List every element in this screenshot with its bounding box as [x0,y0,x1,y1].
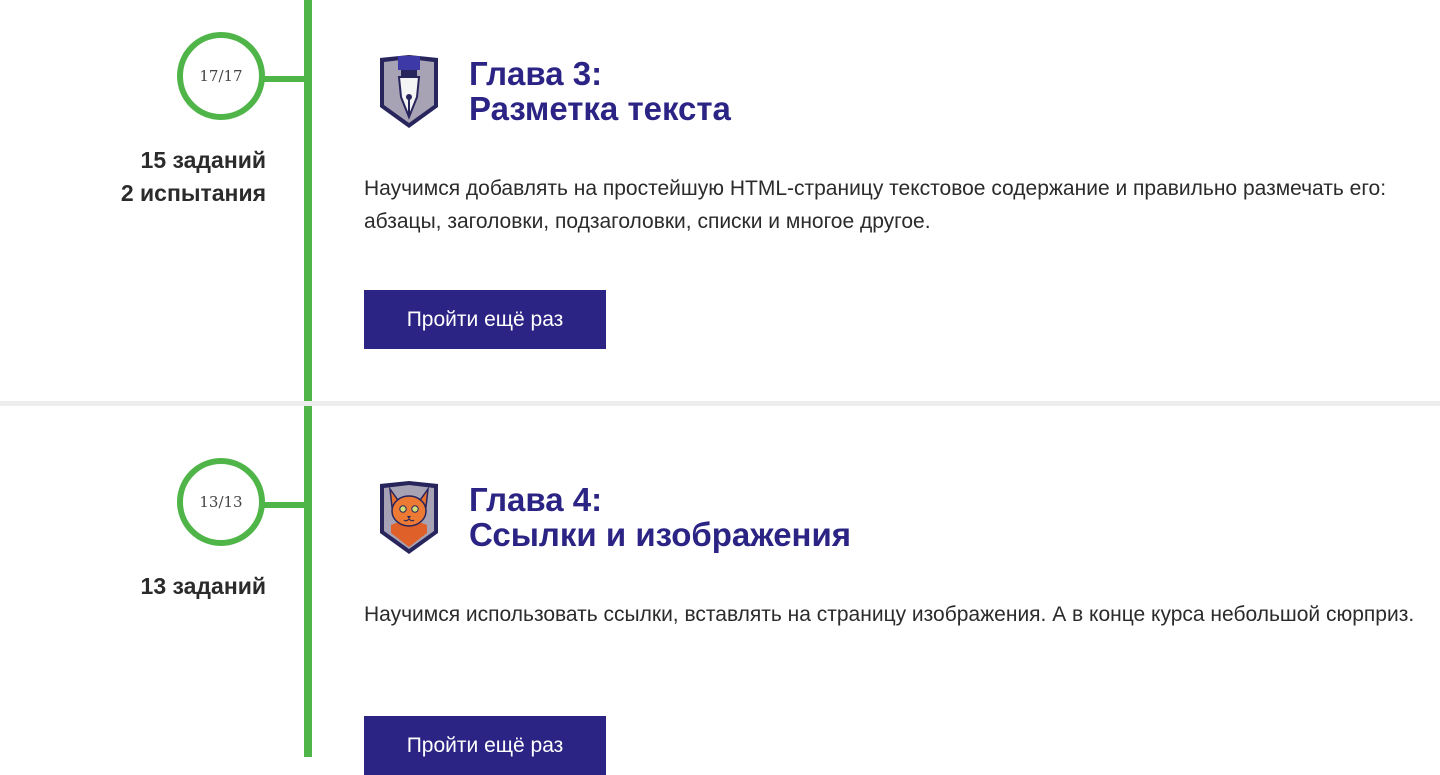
chapter-number: Глава 4: [469,481,603,518]
chapter-number: Глава 3: [469,55,603,92]
chapter-description: Научимся добавлять на простейшую HTML-ст… [364,177,1387,233]
timeline-line [304,0,312,757]
challenges-count: 2 испытания [120,180,266,206]
chapter-title: Глава 4: Ссылки и изображения [469,482,851,552]
progress-indicator: 13/13 [177,458,265,546]
timeline-connector [264,502,308,508]
progress-indicator: 17/17 [177,32,265,120]
chapter-name: Разметка текста [469,90,731,127]
tasks-count: 15 заданий [140,147,266,173]
fountain-pen-icon [380,55,438,128]
chapter-stats: 13 заданий [141,570,266,603]
timeline-connector [264,76,308,82]
chapter-divider [0,401,1440,406]
retry-chapter-button[interactable]: Пройти ещё раз [364,290,606,349]
tasks-count: 13 заданий [140,573,266,599]
progress-text: 13/13 [199,493,243,511]
retry-chapter-button[interactable]: Пройти ещё раз [364,716,606,775]
chapter-stats: 15 заданий 2 испытания [121,144,266,210]
cat-icon [380,481,438,554]
chapter-description: Научимся использовать ссылки, вставлять … [364,603,1415,626]
chapter-name: Ссылки и изображения [469,516,852,553]
progress-text: 17/17 [199,67,243,85]
chapter-title: Глава 3: Разметка текста [469,56,731,126]
